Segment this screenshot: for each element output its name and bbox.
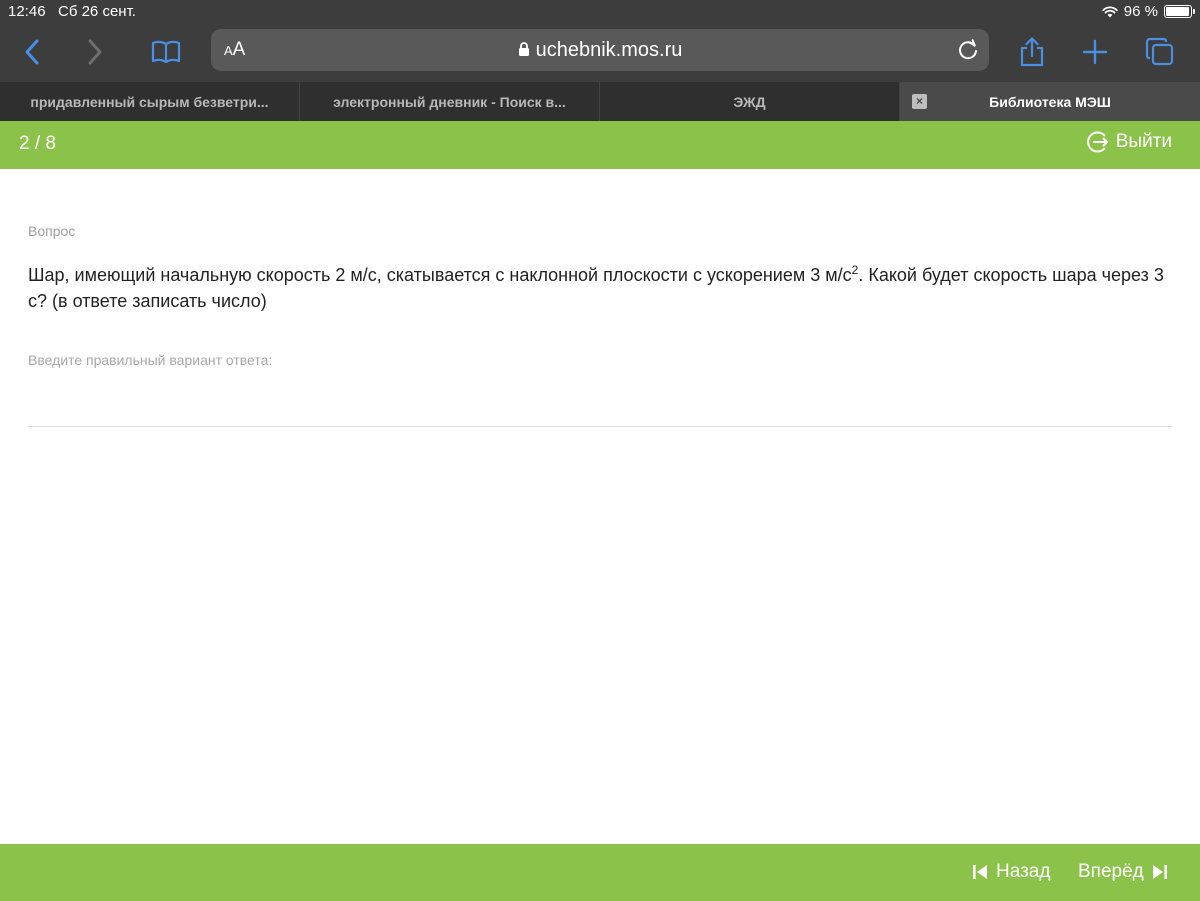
chevron-right-icon [88,39,102,65]
bookmarks-button[interactable] [144,30,188,74]
answer-input[interactable] [28,377,1172,427]
plus-icon [1082,39,1108,65]
prev-label: Назад [996,861,1051,882]
next-question-button[interactable]: Вперёд [1078,861,1168,883]
browser-tab[interactable]: ЭЖД [600,82,900,121]
reload-button[interactable] [955,37,981,68]
browser-tab[interactable]: придавленный сырым безветри... [0,82,300,121]
book-icon [151,40,181,64]
prev-question-button[interactable]: Назад [972,861,1050,883]
tabs-icon [1145,37,1174,66]
address-bar[interactable]: AA uchebnik.mos.ru [211,29,989,71]
tab-label: электронный дневник - Поиск в... [333,93,566,110]
status-time: 12:46 [8,3,46,20]
back-button[interactable] [10,30,54,74]
share-icon [1020,37,1044,67]
exit-icon [1086,131,1108,153]
exit-button[interactable]: Выйти [1086,130,1172,154]
skip-forward-icon [1152,865,1167,879]
chevron-left-icon [25,39,39,65]
browser-tab-active[interactable]: × Библиотека МЭШ [900,82,1200,121]
share-button[interactable] [1010,30,1054,74]
next-label: Вперёд [1078,861,1144,882]
battery-percent: 96 % [1123,3,1158,20]
exit-label: Выйти [1115,131,1172,152]
url-text: uchebnik.mos.ru [535,39,683,61]
lock-icon [518,42,529,56]
url-display[interactable]: uchebnik.mos.ru [211,39,989,62]
wifi-icon [1102,5,1118,17]
browser-toolbar: AA uchebnik.mos.ru [0,24,1200,82]
tab-close-icon[interactable]: × [912,94,927,109]
tab-label: Библиотека МЭШ [989,93,1111,110]
battery-icon [1164,5,1195,18]
tab-label: придавленный сырым безветри... [30,93,269,110]
new-tab-button[interactable] [1073,30,1117,74]
status-bar: 12:46 Сб 26 сент. 96 % [0,0,1200,24]
question-label: Вопрос [28,223,76,239]
tabs-overview-button[interactable] [1138,30,1182,74]
question-counter: 2 / 8 [19,133,56,154]
question-text-part1: Шар, имеющий начальную скорость 2 м/с, с… [28,265,852,285]
status-date: Сб 26 сент. [58,3,136,20]
question-text: Шар, имеющий начальную скорость 2 м/с, с… [28,257,1172,314]
forward-button[interactable] [73,30,117,74]
tab-label: ЭЖД [733,93,766,110]
status-right: 96 % [1102,3,1195,20]
browser-tab[interactable]: электронный дневник - Поиск в... [300,82,600,121]
reload-icon [959,39,977,60]
tab-strip: придавленный сырым безветри... электронн… [0,82,1200,121]
test-footer: Назад Вперёд [0,844,1200,901]
test-header: 2 / 8 Выйти [0,121,1200,169]
skip-back-icon [973,865,987,879]
answer-label: Введите правильный вариант ответа: [28,352,273,368]
